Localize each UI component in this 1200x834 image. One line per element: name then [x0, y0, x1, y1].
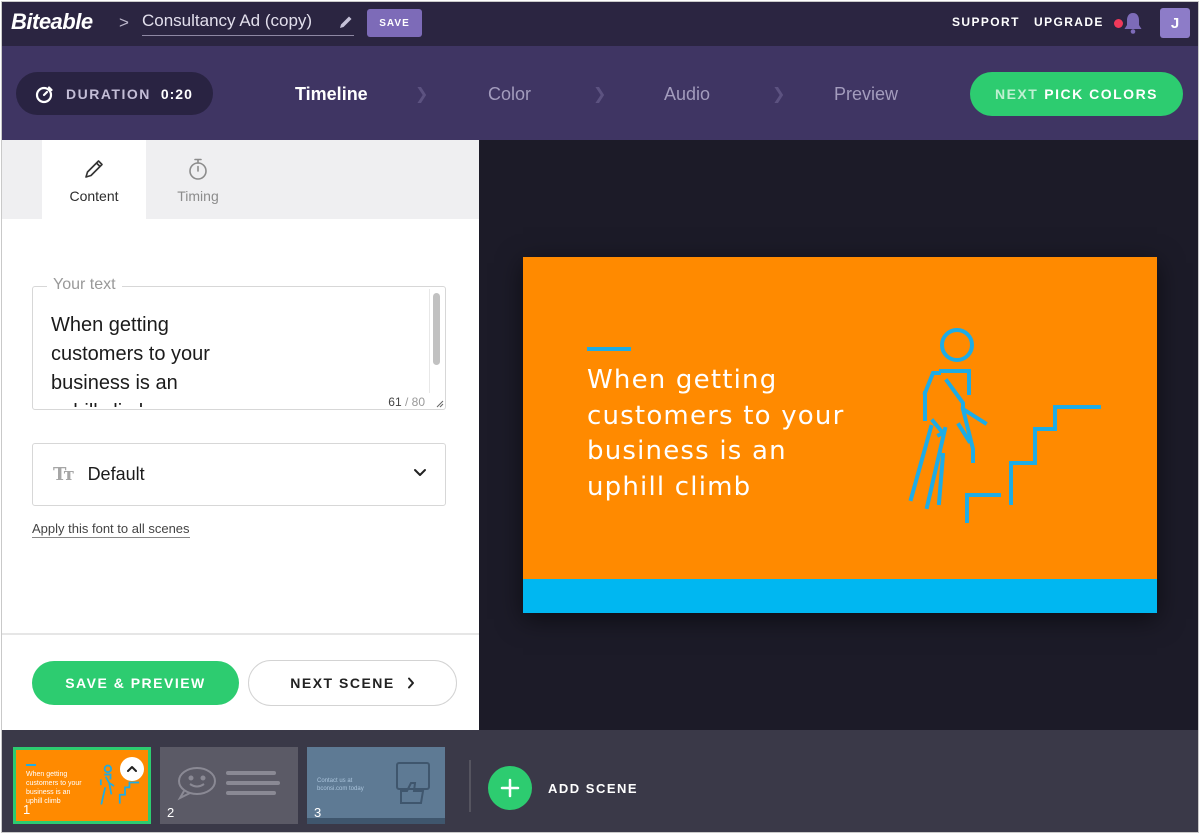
duration-value: 0:20: [160, 85, 193, 102]
pencil-icon: [85, 160, 103, 178]
add-scene-button[interactable]: [488, 766, 532, 810]
tab-content-label: Content: [69, 188, 119, 204]
scene-thumbnail-text: When getting customers to your business …: [26, 771, 82, 805]
character-counter: 61 / 80: [388, 395, 425, 409]
stopwatch-icon: [189, 158, 207, 180]
bell-icon: [1124, 13, 1142, 34]
user-avatar[interactable]: J: [1160, 8, 1190, 38]
tab-timing-label: Timing: [177, 188, 219, 204]
scene-number: 3: [314, 805, 322, 820]
scene-text-input[interactable]: When getting customers to your business …: [51, 311, 271, 407]
text-scrollbar[interactable]: [429, 289, 443, 393]
step-color[interactable]: Color: [488, 84, 531, 105]
thumb-line: [226, 781, 280, 785]
text-field-legend: Your text: [47, 276, 122, 294]
save-preview-button[interactable]: SAVE & PREVIEW: [32, 661, 239, 705]
chevron-right-icon: [407, 677, 414, 689]
editor-tabs: Content Timing: [2, 140, 479, 219]
scene-strip: When getting customers to your business …: [2, 730, 1198, 832]
chat-bubble-icon: [177, 767, 216, 801]
duration-button[interactable]: DURATION 0:20: [16, 72, 213, 115]
add-scene-label[interactable]: ADD SCENE: [548, 781, 638, 796]
scene-collapse-button[interactable]: [120, 757, 144, 781]
next-label: PICK COLORS: [1044, 86, 1159, 102]
scene-number: 1: [23, 802, 31, 817]
slide-text: When getting customers to your business …: [587, 365, 845, 502]
font-select-value: Default: [87, 464, 145, 484]
scene-thumbnail-1[interactable]: When getting customers to your business …: [13, 747, 151, 824]
scene-thumbnail-3[interactable]: Contact us at bconsi.com today 3: [307, 747, 445, 824]
thumb-line: [226, 771, 276, 775]
biteable-logo[interactable]: Biteable: [11, 9, 93, 35]
step-bar: DURATION 0:20 Timeline ❯ Color ❯ Audio ❯…: [2, 46, 1198, 140]
font-select[interactable]: Tт Default: [32, 443, 446, 506]
next-scene-label: NEXT SCENE: [290, 675, 395, 691]
step-chevron-icon: ❯: [593, 86, 607, 103]
duration-label: DURATION: [66, 85, 151, 102]
scene-number: 2: [167, 805, 175, 820]
apply-font-all-link[interactable]: Apply this font to all scenes: [32, 521, 190, 538]
scene-preview[interactable]: When getting customers to your business …: [523, 257, 1157, 613]
project-name-input[interactable]: Consultancy Ad (copy): [142, 11, 354, 36]
app-window: Biteable > Consultancy Ad (copy) SAVE SU…: [1, 1, 1199, 833]
font-icon: Tт: [53, 464, 74, 485]
scrollbar-thumb[interactable]: [433, 293, 440, 365]
scene-text-field[interactable]: Your text When getting customers to your…: [32, 276, 446, 410]
top-bar: Biteable > Consultancy Ad (copy) SAVE SU…: [2, 2, 1198, 46]
char-count-max: / 80: [404, 395, 425, 409]
chevron-up-icon: [127, 766, 137, 772]
save-button[interactable]: SAVE: [367, 9, 422, 37]
climbing-stairs-icon: [908, 328, 1101, 523]
plus-icon: [500, 778, 520, 798]
char-count-value: 61: [388, 395, 402, 409]
breadcrumb-separator: >: [119, 13, 129, 32]
notifications-button[interactable]: [1114, 11, 1144, 37]
upgrade-link[interactable]: UPGRADE: [1034, 15, 1104, 29]
thumb-line: [226, 791, 276, 795]
resize-handle-icon[interactable]: [434, 398, 444, 408]
timer-icon: [35, 85, 53, 103]
chevron-down-icon: [414, 469, 426, 476]
panel-divider: [2, 633, 479, 635]
support-link[interactable]: SUPPORT: [952, 15, 1020, 29]
step-chevron-icon: ❯: [415, 86, 429, 103]
step-audio[interactable]: Audio: [664, 84, 710, 105]
tab-content[interactable]: Content: [42, 140, 146, 219]
preview-area: When getting customers to your business …: [479, 140, 1198, 730]
scene-thumbnail-text: Contact us at bconsi.com today: [317, 778, 364, 792]
edit-name-pencil-icon[interactable]: [338, 14, 354, 30]
slide-accent-line: [587, 347, 631, 351]
step-timeline[interactable]: Timeline: [295, 84, 368, 105]
tab-timing[interactable]: Timing: [146, 140, 250, 219]
strip-divider: [469, 760, 471, 812]
next-scene-button[interactable]: NEXT SCENE: [248, 660, 457, 706]
thumbs-up-icon: [396, 762, 430, 804]
scene-thumbnail-2[interactable]: 2: [160, 747, 298, 824]
step-preview[interactable]: Preview: [834, 84, 898, 105]
next-pick-colors-button[interactable]: NEXT PICK COLORS: [970, 72, 1183, 116]
slide-bottom-band: [523, 579, 1157, 613]
thumb-bottom-band: [307, 818, 445, 824]
thumb-accent-line: [26, 764, 36, 766]
step-chevron-icon: ❯: [772, 86, 786, 103]
next-prefix: NEXT: [994, 86, 1039, 102]
scene-editor-panel: Content Timing Your text When getting cu…: [2, 140, 479, 730]
